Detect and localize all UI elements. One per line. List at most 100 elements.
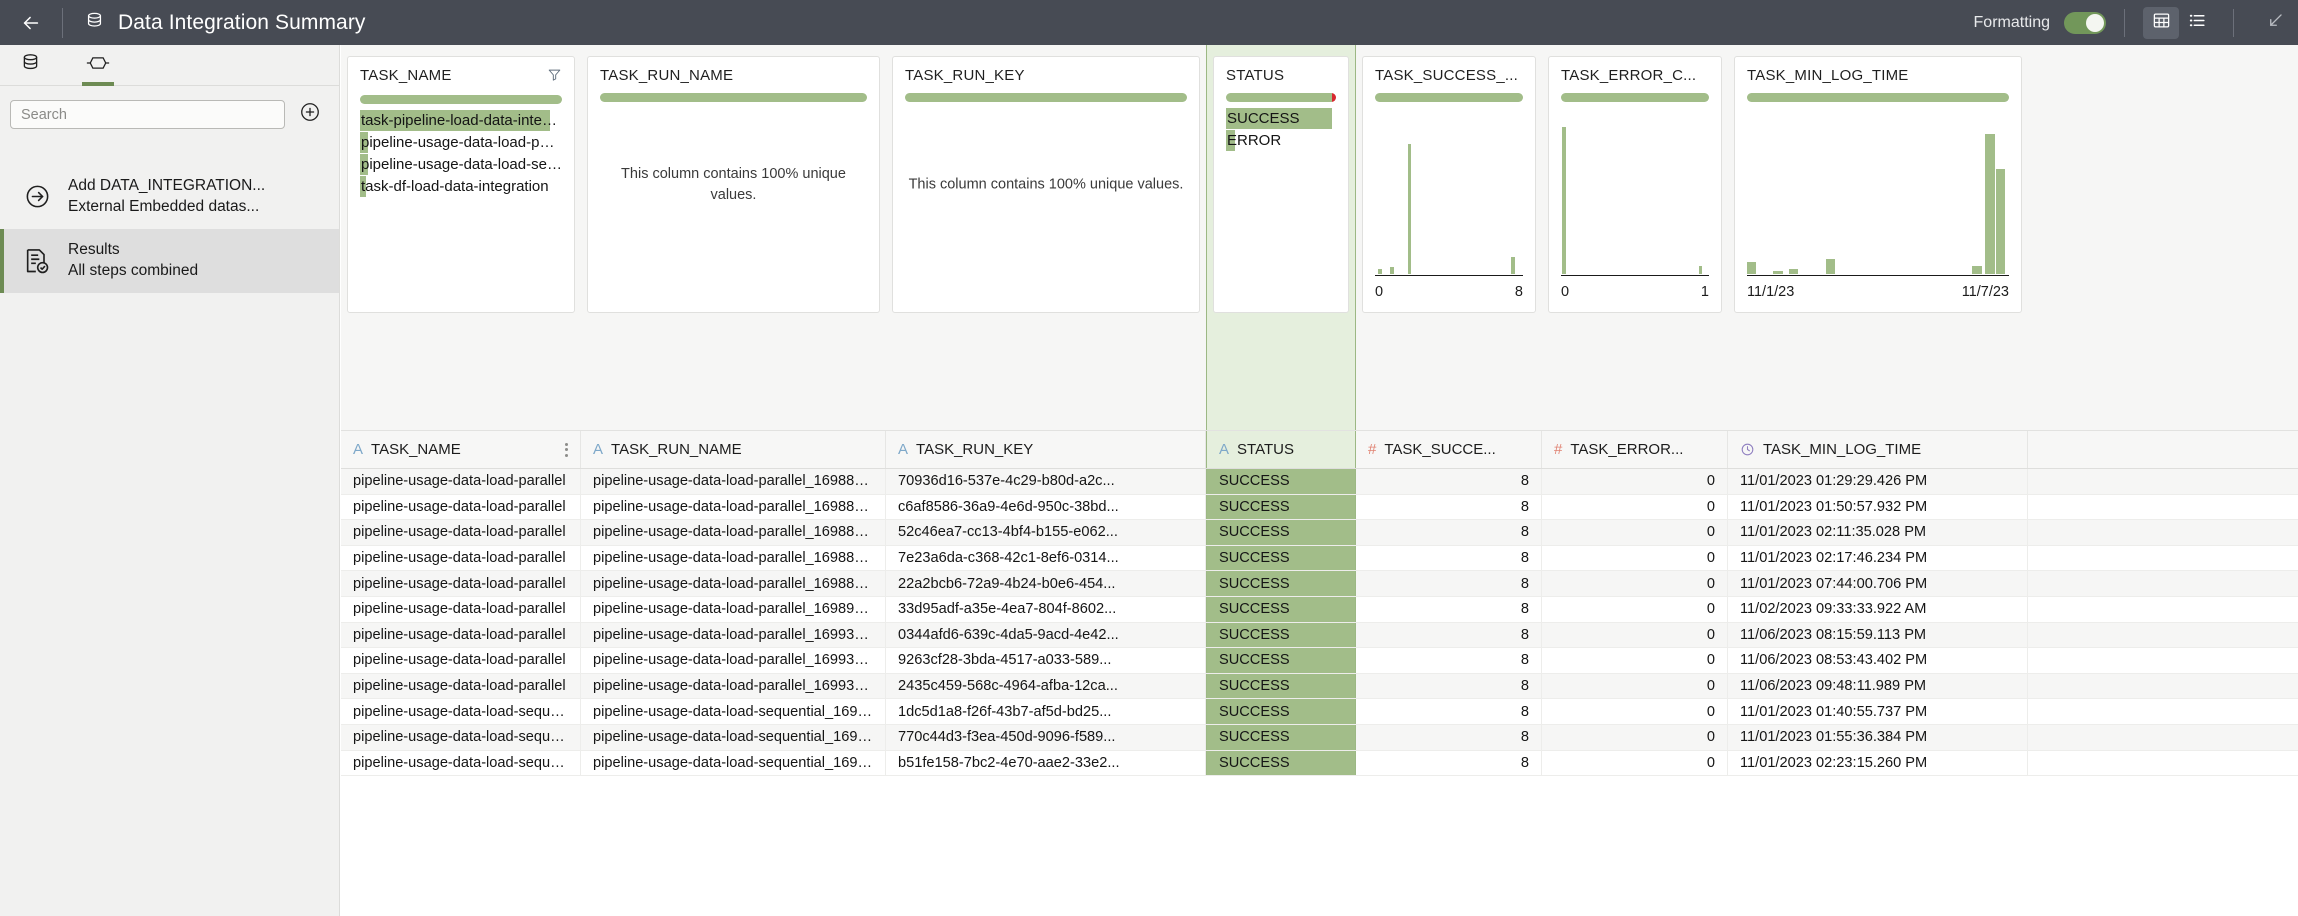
table-cell[interactable]: pipeline-usage-data-load-parallel_169884… [581,520,886,545]
collapse-button[interactable] [2252,11,2298,35]
table-cell[interactable]: pipeline-usage-data-load-parallel_169884… [581,469,886,494]
table-cell[interactable]: 11/01/2023 02:23:15.260 PM [1728,750,2028,776]
table-cell[interactable]: pipeline-usage-data-load-parallel [341,596,581,622]
table-column-header[interactable]: A TASK_RUN_NAME [581,431,886,468]
table-cell[interactable]: b51fe158-7bc2-4e70-aae2-33e2... [886,750,1206,776]
status-cell[interactable]: SUCCESS [1206,724,1356,750]
table-cell[interactable]: 8 [1356,724,1542,750]
table-column-header[interactable]: # TASK_SUCCE... [1356,431,1542,468]
table-row[interactable]: pipeline-usage-data-load-sequential pipel… [341,724,2298,751]
status-cell[interactable]: SUCCESS [1206,571,1356,596]
status-cell[interactable]: SUCCESS [1206,648,1356,673]
table-cell[interactable]: 0344afd6-639c-4da5-9acd-4e42... [886,622,1206,648]
table-cell[interactable]: pipeline-usage-data-load-parallel [341,469,581,494]
table-cell[interactable]: 0 [1542,545,1728,571]
table-cell[interactable]: 22a2bcb6-72a9-4b24-b0e6-454... [886,571,1206,596]
profile-card-slot[interactable]: TASK_RUN_NAME This column contains 100% u… [581,45,886,430]
profile-card-slot[interactable]: TASK_RUN_KEY This column contains 100% un… [886,45,1206,430]
table-cell[interactable]: 0 [1542,571,1728,596]
category-row[interactable]: task-pipeline-load-data-integration-... [360,110,562,131]
table-cell[interactable]: pipeline-usage-data-load-parallel_169884… [581,494,886,520]
table-cell[interactable]: pipeline-usage-data-load-parallel [341,673,581,699]
profile-card[interactable]: STATUS SUCCESS ERROR [1213,56,1349,313]
table-cell[interactable]: pipeline-usage-data-load-sequential_1698… [581,724,886,750]
list-view-button[interactable] [2179,7,2215,39]
table-column-header[interactable]: # TASK_ERROR... [1542,431,1728,468]
table-cell[interactable]: pipeline-usage-data-load-parallel [341,494,581,520]
table-cell[interactable]: 0 [1542,469,1728,494]
table-cell[interactable]: 0 [1542,750,1728,776]
table-cell[interactable]: 52c46ea7-cc13-4bf4-b155-e062... [886,520,1206,545]
table-cell[interactable]: pipeline-usage-data-load-parallel_169930… [581,622,886,648]
filter-icon[interactable] [547,67,562,86]
table-cell[interactable]: 11/06/2023 08:53:43.402 PM [1728,648,2028,673]
status-cell[interactable]: SUCCESS [1206,750,1356,776]
profile-card-slot[interactable]: TASK_NAME task-pipeline-load-data-integra… [341,45,581,430]
table-cell[interactable]: pipeline-usage-data-load-parallel_169886… [581,571,886,596]
table-cell[interactable]: pipeline-usage-data-load-parallel [341,571,581,596]
table-cell[interactable]: pipeline-usage-data-load-parallel [341,520,581,545]
table-cell[interactable]: 8 [1356,648,1542,673]
table-cell[interactable]: 0 [1542,673,1728,699]
profile-card-slot[interactable]: TASK_SUCCESS_... 0 8 [1356,45,1542,430]
table-cell[interactable]: 11/01/2023 07:44:00.706 PM [1728,571,2028,596]
table-row[interactable]: pipeline-usage-data-load-parallel pipelin… [341,571,2298,597]
table-cell[interactable]: 7e23a6da-c368-42c1-8ef6-0314... [886,545,1206,571]
sidebar-tab-pipeline[interactable] [78,46,118,86]
status-cell[interactable]: SUCCESS [1206,596,1356,622]
profile-card-slot[interactable]: TASK_MIN_LOG_TIME 11/1/23 11/7/23 [1728,45,2028,430]
table-cell[interactable]: 11/01/2023 02:17:46.234 PM [1728,545,2028,571]
table-cell[interactable]: 11/01/2023 01:29:29.426 PM [1728,469,2028,494]
status-cell[interactable]: SUCCESS [1206,545,1356,571]
table-cell[interactable]: 0 [1542,724,1728,750]
status-cell[interactable]: SUCCESS [1206,622,1356,648]
table-view-button[interactable] [2143,6,2179,39]
table-cell[interactable]: pipeline-usage-data-load-parallel_169930… [581,648,886,673]
table-cell[interactable]: pipeline-usage-data-load-sequential [341,750,581,776]
profile-card[interactable]: TASK_ERROR_C... 0 1 [1548,56,1722,313]
table-cell[interactable]: pipeline-usage-data-load-sequential_1698… [581,699,886,724]
table-cell[interactable]: 70936d16-537e-4c29-b80d-a2c... [886,469,1206,494]
table-cell[interactable]: 2435c459-568c-4964-afba-12ca... [886,673,1206,699]
profile-card-slot[interactable]: STATUS SUCCESS ERROR [1206,45,1356,430]
category-row[interactable]: pipeline-usage-data-load-sequential [360,154,562,175]
table-cell[interactable]: 0 [1542,622,1728,648]
table-row[interactable]: pipeline-usage-data-load-parallel pipelin… [341,520,2298,546]
table-cell[interactable]: 11/01/2023 01:55:36.384 PM [1728,724,2028,750]
table-cell[interactable]: pipeline-usage-data-load-parallel_169884… [581,545,886,571]
sidebar-item-add-data-integration[interactable]: Add DATA_INTEGRATION... External Embedde… [0,165,339,229]
table-row[interactable]: pipeline-usage-data-load-parallel pipelin… [341,545,2298,572]
table-column-header[interactable]: TASK_MIN_LOG_TIME [1728,431,2028,468]
table-cell[interactable]: 8 [1356,545,1542,571]
table-cell[interactable]: pipeline-usage-data-load-sequential [341,699,581,724]
table-cell[interactable]: 8 [1356,750,1542,776]
table-cell[interactable]: 11/01/2023 01:50:57.932 PM [1728,494,2028,520]
table-cell[interactable]: 8 [1356,596,1542,622]
table-cell[interactable]: 8 [1356,673,1542,699]
table-column-header[interactable]: A TASK_RUN_KEY [886,431,1206,468]
table-cell[interactable]: 0 [1542,596,1728,622]
table-cell[interactable]: 11/01/2023 02:11:35.028 PM [1728,520,2028,545]
category-row[interactable]: SUCCESS [1226,108,1336,129]
status-cell[interactable]: SUCCESS [1206,469,1356,494]
table-cell[interactable]: pipeline-usage-data-load-parallel [341,545,581,571]
status-cell[interactable]: SUCCESS [1206,520,1356,545]
table-cell[interactable]: 8 [1356,622,1542,648]
table-column-header[interactable]: A TASK_NAME [341,431,581,468]
table-cell[interactable]: pipeline-usage-data-load-sequential_1698… [581,750,886,776]
table-cell[interactable]: 33d95adf-a35e-4ea7-804f-8602... [886,596,1206,622]
profile-card-slot[interactable]: TASK_ERROR_C... 0 1 [1542,45,1728,430]
table-row[interactable]: pipeline-usage-data-load-parallel pipelin… [341,622,2298,649]
table-cell[interactable]: pipeline-usage-data-load-sequential [341,724,581,750]
status-cell[interactable]: SUCCESS [1206,699,1356,724]
table-cell[interactable]: 9263cf28-3bda-4517-a033-589... [886,648,1206,673]
category-row[interactable]: task-df-load-data-integration [360,176,562,197]
sidebar-item-results[interactable]: Results All steps combined [0,228,339,293]
table-cell[interactable]: pipeline-usage-data-load-parallel [341,622,581,648]
table-cell[interactable]: pipeline-usage-data-load-parallel_169930… [581,673,886,699]
table-cell[interactable]: 0 [1542,520,1728,545]
add-source-button[interactable] [297,102,323,128]
table-cell[interactable]: 0 [1542,648,1728,673]
table-cell[interactable]: pipeline-usage-data-load-parallel [341,648,581,673]
profile-card[interactable]: TASK_NAME task-pipeline-load-data-integra… [347,56,575,313]
